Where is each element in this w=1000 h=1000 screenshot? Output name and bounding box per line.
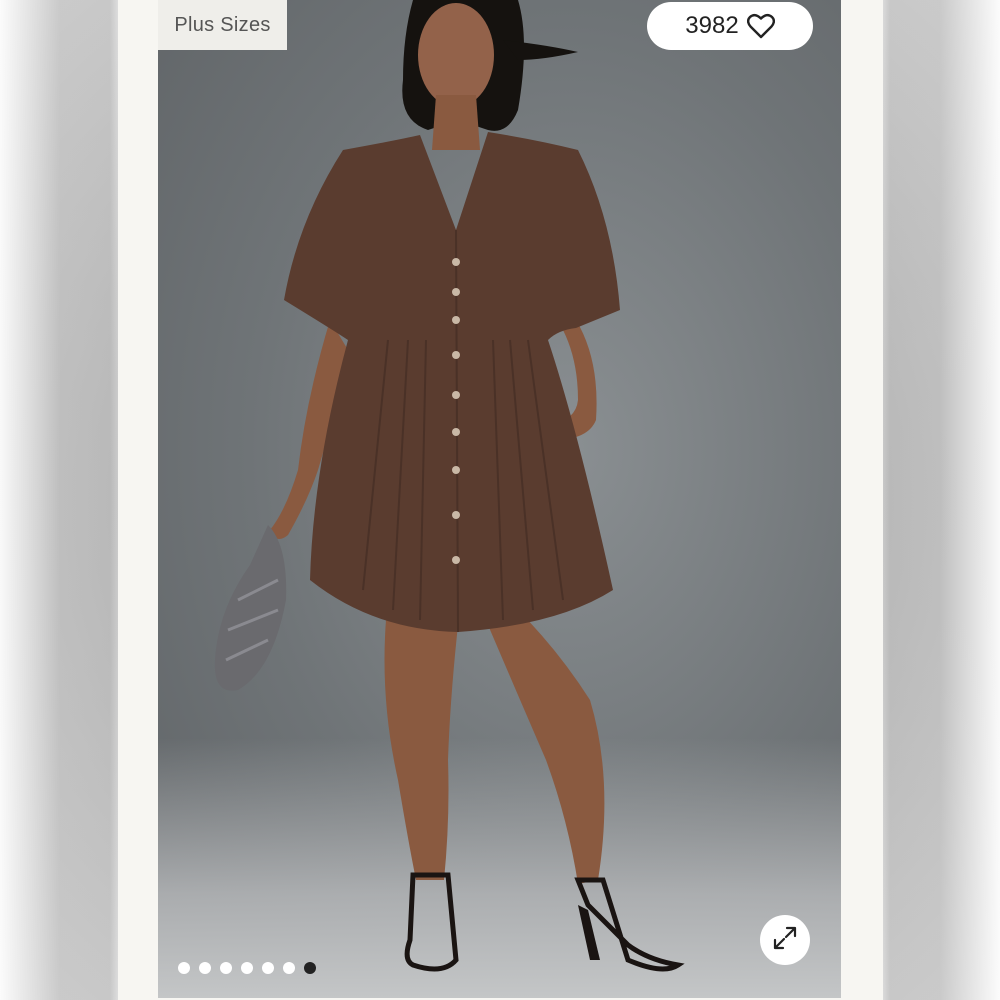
heart-icon [746,13,775,39]
carousel-dot-3[interactable] [220,962,232,974]
like-count: 3982 [685,12,739,39]
woven-bag [214,525,287,691]
carousel-dot-5[interactable] [262,962,274,974]
expand-icon [772,925,798,956]
leg-left [384,620,458,880]
model-illustration [214,0,685,972]
plus-sizes-badge: Plus Sizes [158,0,287,50]
like-button[interactable]: 3982 [647,2,813,50]
leg-right [488,610,605,884]
carousel-dot-1[interactable] [178,962,190,974]
carousel-dot-6[interactable] [283,962,295,974]
shoe-left [404,872,459,972]
neck [432,95,480,150]
carousel-dot-2[interactable] [199,962,211,974]
badge-label: Plus Sizes [174,13,271,36]
carousel-dot-4[interactable] [241,962,253,974]
expand-button[interactable] [760,915,810,965]
carousel-dots [178,962,316,974]
product-photo[interactable] [158,0,841,998]
face [418,3,494,107]
carousel-dot-7[interactable] [304,962,316,974]
